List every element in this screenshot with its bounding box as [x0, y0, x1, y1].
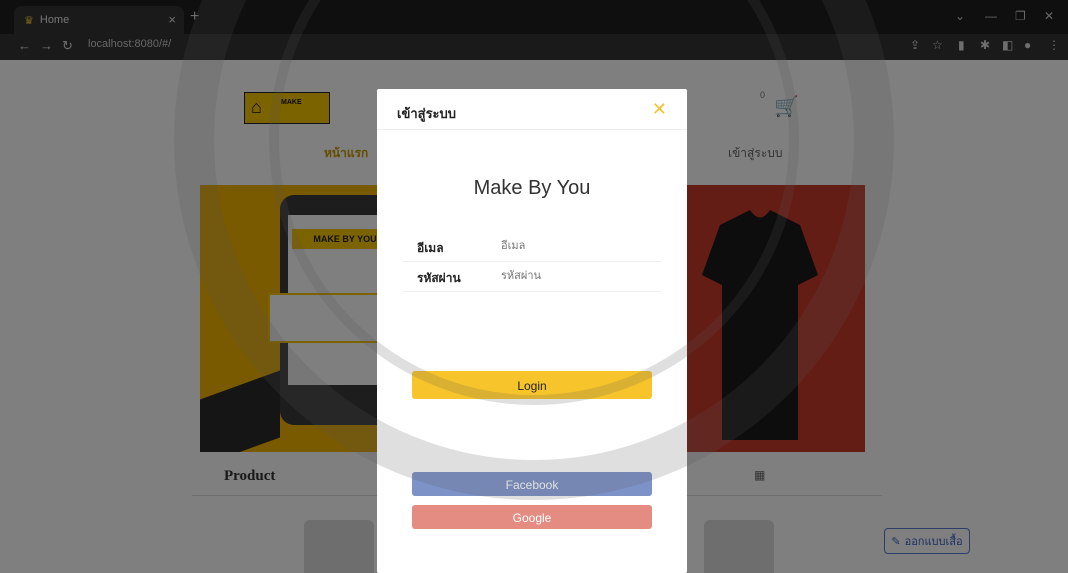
facebook-login-button[interactable]: Facebook — [412, 472, 652, 496]
password-label: รหัสผ่าน — [417, 271, 461, 285]
password-field[interactable] — [499, 269, 653, 283]
password-row: รหัสผ่าน — [403, 265, 661, 292]
email-label: อีเมล — [417, 241, 444, 255]
login-modal: เข้าสู่ระบบ ✕ Make By You อีเมล รหัสผ่าน… — [377, 89, 687, 573]
close-icon[interactable]: ✕ — [652, 99, 667, 120]
google-login-button[interactable]: Google — [412, 505, 652, 529]
modal-header-divider — [377, 129, 687, 130]
login-button[interactable]: Login — [412, 371, 652, 399]
modal-title: เข้าสู่ระบบ — [397, 106, 457, 121]
brand-name: Make By You — [473, 177, 591, 199]
email-row: อีเมล — [403, 235, 661, 262]
email-field[interactable] — [499, 239, 653, 253]
